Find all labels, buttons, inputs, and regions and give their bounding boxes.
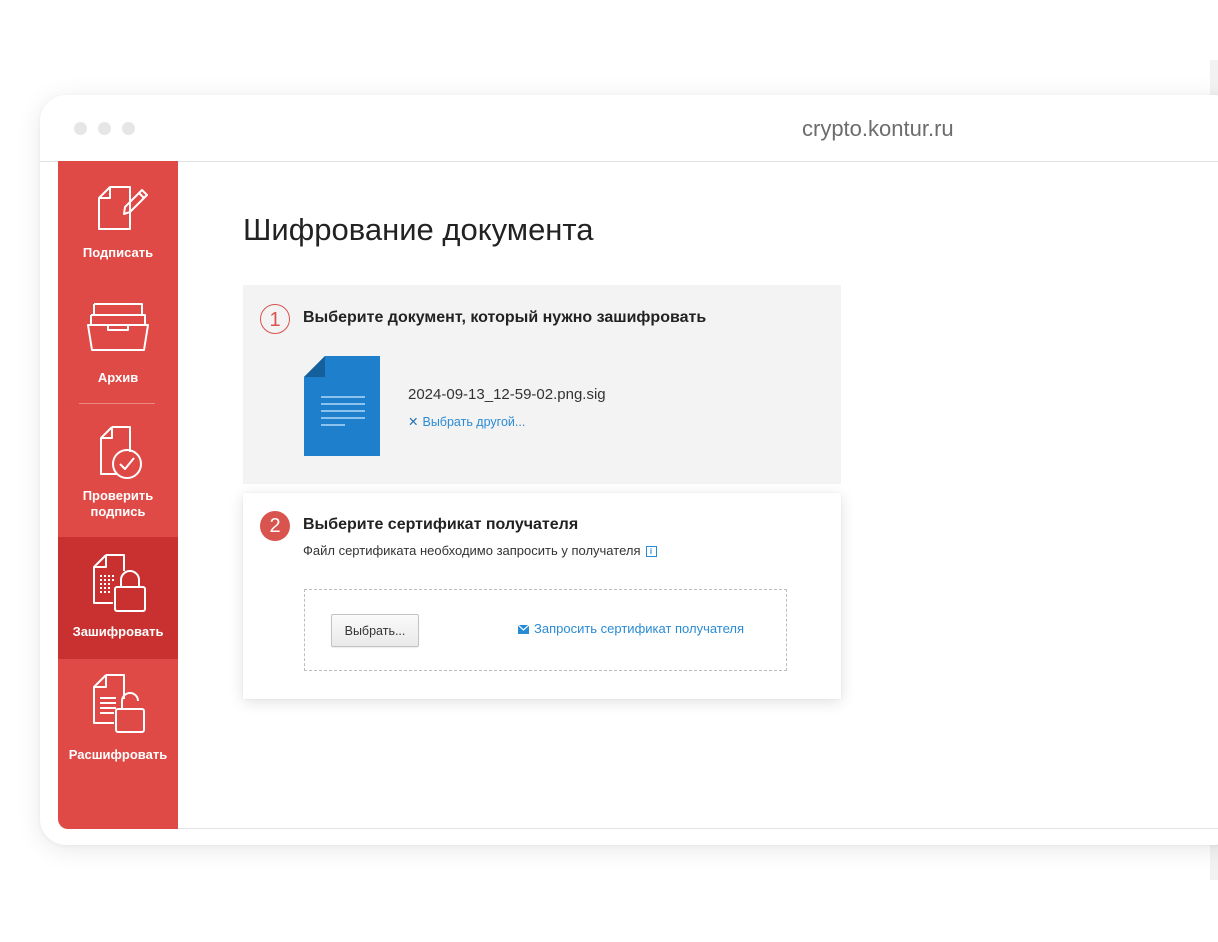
sidebar-item-encrypt[interactable]: Зашифровать [58,537,178,659]
step-number: 2 [260,511,290,541]
certificate-dropzone[interactable]: Выбрать... Запросить сертификат получате… [304,589,787,671]
sign-icon [98,186,148,230]
choose-certificate-button[interactable]: Выбрать... [331,614,419,647]
window-dot-minimize[interactable] [98,122,111,135]
encrypt-icon [93,554,146,612]
request-certificate-label: Запросить сертификат получателя [534,621,745,636]
step-subtext: Файл сертификата необходимо запросить у … [303,543,657,558]
sidebar-item-label: Подписать [82,245,154,260]
step-select-certificate: 2 Выберите сертификат получателя Файл се… [243,493,841,699]
sidebar-item-label: Расшифровать [68,747,168,762]
step-select-document: 1 Выберите документ, который нужно зашиф… [243,285,841,484]
window-dot-close[interactable] [74,122,87,135]
request-certificate-link[interactable]: Запросить сертификат получателя [517,621,745,636]
window-dot-maximize[interactable] [122,122,135,135]
document-icon [304,356,380,456]
close-icon: ✕ [408,415,419,429]
browser-window: crypto.kontur.ru Подписать Архив Провери… [40,95,1218,845]
sidebar-item-verify-signature[interactable]: Проверить подпись [58,413,178,523]
content-bottom-border [178,828,1218,829]
step-subtext-label: Файл сертификата необходимо запросить у … [303,543,641,558]
sidebar-item-label: Зашифровать [72,624,164,639]
step-number: 1 [260,304,290,334]
envelope-icon [517,624,530,634]
address-bar-url[interactable]: crypto.kontur.ru [802,116,954,142]
verify-signature-icon [100,426,142,479]
sidebar: Подписать Архив Проверить подпись Зашифр… [58,161,178,829]
info-icon[interactable]: i [645,546,657,557]
step-heading: Выберите документ, который нужно зашифро… [303,309,707,326]
file-name: 2024-09-13_12-59-02.png.sig [408,386,606,403]
sidebar-item-label: Проверить подпись [82,488,154,519]
archive-icon [87,303,149,351]
choose-other-label: Выбрать другой... [422,415,526,429]
sidebar-item-label: Архив [97,370,139,385]
step-heading: Выберите сертификат получателя [303,516,579,533]
sidebar-item-decrypt[interactable]: Расшифровать [58,671,178,781]
sidebar-divider [79,403,155,404]
sidebar-item-archive[interactable]: Архив [58,286,178,396]
choose-other-link[interactable]: ✕ Выбрать другой... [408,414,525,429]
browser-titlebar: crypto.kontur.ru [40,95,1218,162]
page-title: Шифрование документа [243,212,594,247]
decrypt-icon [93,674,145,733]
sidebar-item-sign[interactable]: Подписать [58,161,178,271]
